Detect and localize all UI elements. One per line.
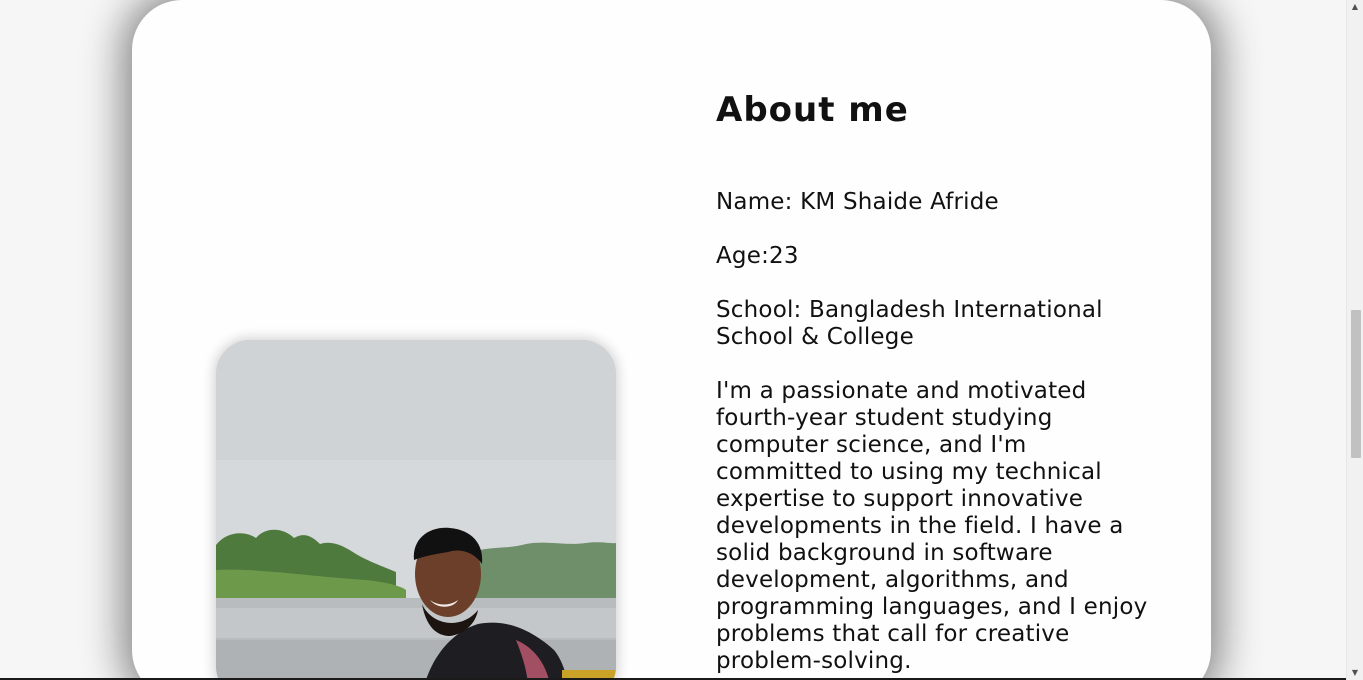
bio-text: I'm a passionate and motivated fourth-ye… [716, 377, 1148, 674]
name-text: Name: KM Shaide Afride [716, 188, 999, 215]
about-section: About me Name: KM Shaide Afride Age:23 S… [716, 90, 1156, 680]
about-card: About me Name: KM Shaide Afride Age:23 S… [132, 0, 1211, 680]
page: About me Name: KM Shaide Afride Age:23 S… [0, 0, 1363, 680]
age-text: Age:23 [716, 242, 799, 269]
scroll-thumb[interactable] [1351, 310, 1361, 458]
scroll-down-icon[interactable]: ▼ [1347, 666, 1363, 680]
vertical-scrollbar[interactable]: ▲ ▼ [1346, 0, 1363, 680]
school-text: School: Bangladesh International School … [716, 296, 1103, 350]
about-title: About me [716, 90, 909, 130]
scroll-up-icon[interactable]: ▲ [1347, 0, 1363, 14]
profile-photo [216, 340, 616, 680]
profile-photo-image [216, 340, 616, 680]
